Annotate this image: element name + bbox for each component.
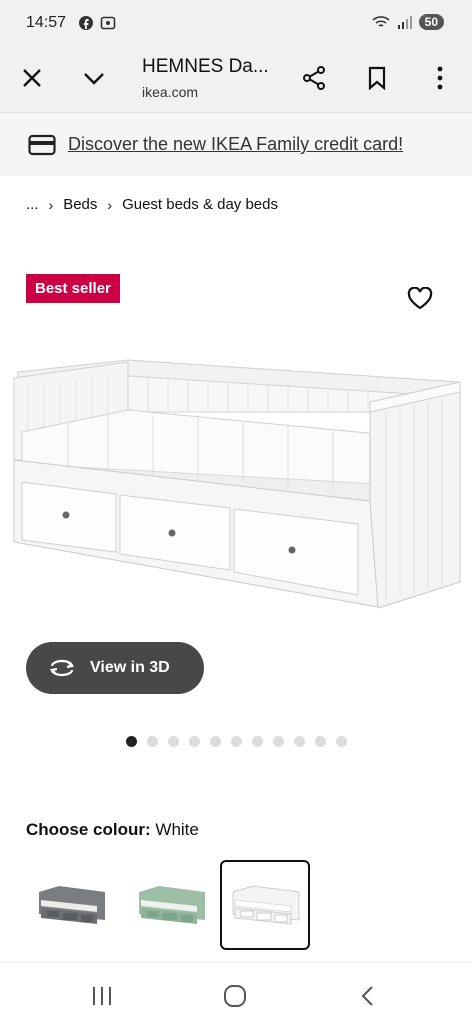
screenshot-icon — [100, 16, 116, 30]
rotate-3d-icon — [49, 659, 75, 677]
heart-icon — [407, 286, 433, 310]
colour-label: Choose colour: — [26, 820, 151, 839]
wifi-icon — [372, 16, 390, 27]
home-button[interactable] — [220, 981, 250, 1011]
carousel-dot[interactable] — [273, 736, 284, 747]
carousel-dot[interactable] — [294, 736, 305, 747]
carousel-dot[interactable] — [210, 736, 221, 747]
daybed-thumbnail-grey — [39, 886, 105, 924]
swatch-grey[interactable] — [26, 860, 116, 950]
colour-heading: Choose colour: White — [26, 820, 199, 840]
battery-indicator: 50 — [418, 14, 444, 30]
view-in-3d-button[interactable]: View in 3D — [26, 642, 204, 694]
daybed-thumbnail-white — [232, 885, 300, 925]
close-icon — [23, 69, 41, 87]
back-button[interactable] — [352, 981, 382, 1011]
swatch-green[interactable] — [126, 860, 216, 950]
swatch-white[interactable] — [220, 860, 310, 950]
bookmark-icon — [368, 66, 386, 90]
promo-link[interactable]: Discover the new IKEA Family credit card… — [68, 134, 403, 155]
recent-apps-icon — [93, 987, 111, 1005]
chevron-right-icon: › — [107, 196, 113, 213]
carousel-dot[interactable] — [252, 736, 263, 747]
colour-value: White — [155, 820, 199, 839]
carousel-dot[interactable] — [189, 736, 200, 747]
more-vert-icon — [437, 66, 443, 90]
status-bar: 14:57 50 — [0, 0, 472, 44]
home-icon — [224, 985, 246, 1007]
carousel-dot[interactable] — [126, 736, 137, 747]
promo-banner[interactable]: Discover the new IKEA Family credit card… — [0, 112, 472, 176]
breadcrumb-beds[interactable]: Beds — [63, 196, 97, 213]
image-carousel-dots — [126, 736, 347, 747]
minimize-button[interactable] — [80, 64, 108, 92]
share-icon — [303, 66, 325, 90]
bookmark-button[interactable] — [363, 64, 391, 92]
chevron-down-icon — [84, 73, 104, 85]
status-time: 14:57 — [26, 14, 67, 31]
signal-icon — [397, 16, 412, 29]
view-in-3d-label: View in 3D — [90, 659, 170, 676]
carousel-dot[interactable] — [231, 736, 242, 747]
page-title: HEMNES Da... — [142, 56, 269, 77]
system-nav-bar — [0, 962, 472, 1024]
carousel-dot[interactable] — [336, 736, 347, 747]
breadcrumb-ellipsis[interactable]: ... — [26, 196, 39, 213]
carousel-dot[interactable] — [315, 736, 326, 747]
favourite-button[interactable] — [407, 286, 433, 316]
product-image[interactable] — [8, 352, 466, 614]
share-button[interactable] — [300, 64, 328, 92]
page-domain: ikea.com — [142, 84, 199, 100]
more-menu-button[interactable] — [426, 64, 454, 92]
breadcrumb: ... › Beds › Guest beds & day beds — [26, 196, 278, 213]
browser-toolbar: HEMNES Da... ikea.com — [0, 44, 472, 112]
carousel-dot[interactable] — [147, 736, 158, 747]
facebook-icon — [79, 16, 93, 30]
daybed-thumbnail-green — [139, 886, 205, 924]
credit-card-icon — [28, 134, 56, 156]
back-icon — [361, 986, 373, 1006]
close-tab-button[interactable] — [18, 64, 46, 92]
breadcrumb-guest-beds[interactable]: Guest beds & day beds — [122, 196, 278, 213]
recent-apps-button[interactable] — [87, 981, 117, 1011]
chevron-right-icon: › — [48, 196, 54, 213]
carousel-dot[interactable] — [168, 736, 179, 747]
best-seller-badge: Best seller — [26, 274, 120, 303]
